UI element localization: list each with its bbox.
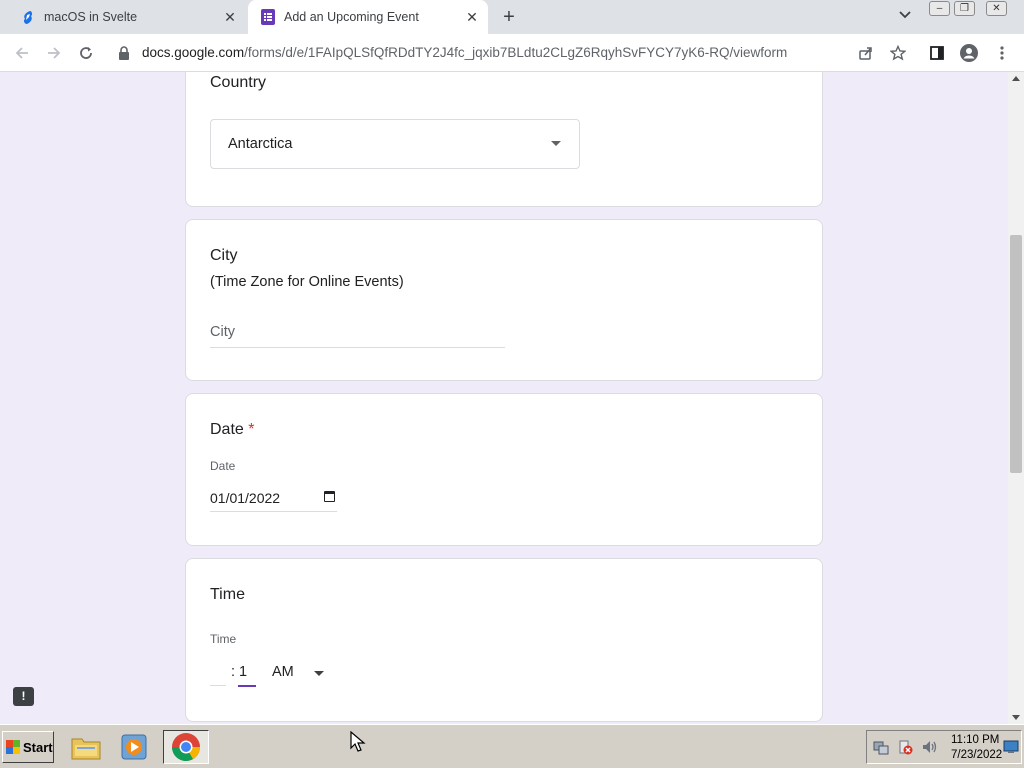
system-tray: 11:10 PM 7/23/2022 (866, 730, 1022, 764)
start-label: Start (23, 739, 53, 755)
security-alert-icon[interactable] (897, 739, 913, 760)
question-title: Date * (210, 421, 254, 439)
page-scrollbar[interactable] (1008, 72, 1024, 724)
country-dropdown[interactable]: Antarctica (210, 119, 580, 169)
side-panel-icon[interactable] (927, 43, 947, 63)
network-icon[interactable] (873, 739, 889, 760)
address-bar[interactable]: docs.google.com/forms/d/e/1FAIpQLSfQfRDd… (142, 45, 787, 60)
dropdown-caret-icon (551, 141, 561, 146)
question-card-time: Time Time : 1 AM (185, 558, 823, 722)
time-field-label: Time (210, 632, 237, 646)
lock-icon[interactable] (114, 43, 134, 63)
question-title: Time (210, 586, 245, 603)
question-card-country: Country Antarctica (185, 72, 823, 207)
browser-toolbar: docs.google.com/forms/d/e/1FAIpQLSfQfRDd… (0, 34, 1024, 72)
tab-title: macOS in Svelte (44, 10, 138, 24)
question-title: Country (210, 74, 267, 91)
bookmark-star-icon[interactable] (888, 43, 908, 63)
close-tab-icon[interactable]: ✕ (222, 9, 238, 25)
url-host: docs.google.com (142, 45, 245, 60)
date-value: 01/01/2022 (210, 490, 281, 506)
time-separator: : (231, 664, 236, 680)
browser-tab-strip: macOS in Svelte ✕ Add an Upcoming Event … (0, 0, 1024, 34)
google-forms-icon (260, 9, 276, 25)
scroll-up-arrow-icon[interactable] (1012, 76, 1020, 81)
date-field-label: Date (210, 459, 236, 473)
chevron-down-icon[interactable] (896, 8, 914, 26)
windows-flag-icon (6, 740, 20, 754)
scrollbar-thumb[interactable] (1010, 235, 1022, 473)
country-selected-value: Antarctica (228, 136, 293, 152)
question-card-date: Date * Date 01/01/2022 (185, 393, 823, 546)
close-tab-icon[interactable]: ✕ (464, 9, 480, 25)
file-explorer-icon[interactable] (70, 731, 102, 763)
chrome-taskbar-button[interactable] (163, 730, 209, 764)
minimize-window-button[interactable]: – (929, 1, 950, 16)
clock-time[interactable]: 11:10 PM (951, 734, 999, 746)
media-player-icon[interactable] (118, 731, 150, 763)
dropdown-caret-icon[interactable] (314, 671, 324, 676)
report-feedback-icon[interactable]: ! (13, 687, 34, 706)
calendar-icon[interactable] (324, 491, 335, 502)
forward-arrow-icon[interactable] (44, 43, 64, 63)
more-menu-icon[interactable] (992, 43, 1012, 63)
show-desktop-icon[interactable] (1003, 740, 1019, 759)
city-placeholder: City (210, 324, 235, 340)
required-asterisk: * (248, 421, 255, 438)
close-window-button[interactable]: ✕ (986, 1, 1007, 16)
tab-add-upcoming-event[interactable]: Add an Upcoming Event ✕ (248, 0, 488, 34)
profile-avatar-icon[interactable] (959, 43, 979, 63)
minute-input[interactable]: 1 (238, 664, 256, 687)
ampm-dropdown[interactable]: AM (272, 664, 294, 680)
tab-macos-in-svelte[interactable]: macOS in Svelte ✕ (0, 0, 246, 34)
chrome-icon (172, 733, 200, 761)
share-icon[interactable] (856, 43, 876, 63)
volume-icon[interactable] (921, 739, 939, 760)
scroll-down-arrow-icon[interactable] (1012, 715, 1020, 720)
question-card-city: City (Time Zone for Online Events) City (185, 219, 823, 381)
windows-taskbar: Start 11:10 PM 7/23/2022 (0, 724, 1024, 768)
city-input[interactable]: City (210, 324, 505, 348)
clock-date[interactable]: 7/23/2022 (951, 749, 1002, 761)
tab-title: Add an Upcoming Event (284, 10, 419, 24)
url-path: /forms/d/e/1FAIpQLSfQfRDdTY2J4fc_jqxib7B… (244, 45, 788, 60)
mouse-cursor-icon (350, 731, 366, 752)
svelte-favicon-icon (20, 9, 36, 25)
start-button[interactable]: Start (2, 731, 54, 763)
back-arrow-icon[interactable] (12, 43, 32, 63)
date-input[interactable]: 01/01/2022 (210, 488, 337, 512)
question-description: (Time Zone for Online Events) (210, 274, 404, 290)
form-page: Country Antarctica City (Time Zone for O… (0, 72, 1008, 724)
restore-window-button[interactable]: ❐ (954, 1, 975, 16)
question-title-text: Date (210, 421, 244, 438)
hour-input[interactable] (210, 664, 226, 686)
new-tab-plus-icon[interactable]: + (498, 6, 520, 28)
reload-icon[interactable] (76, 43, 96, 63)
question-title: City (210, 247, 238, 264)
